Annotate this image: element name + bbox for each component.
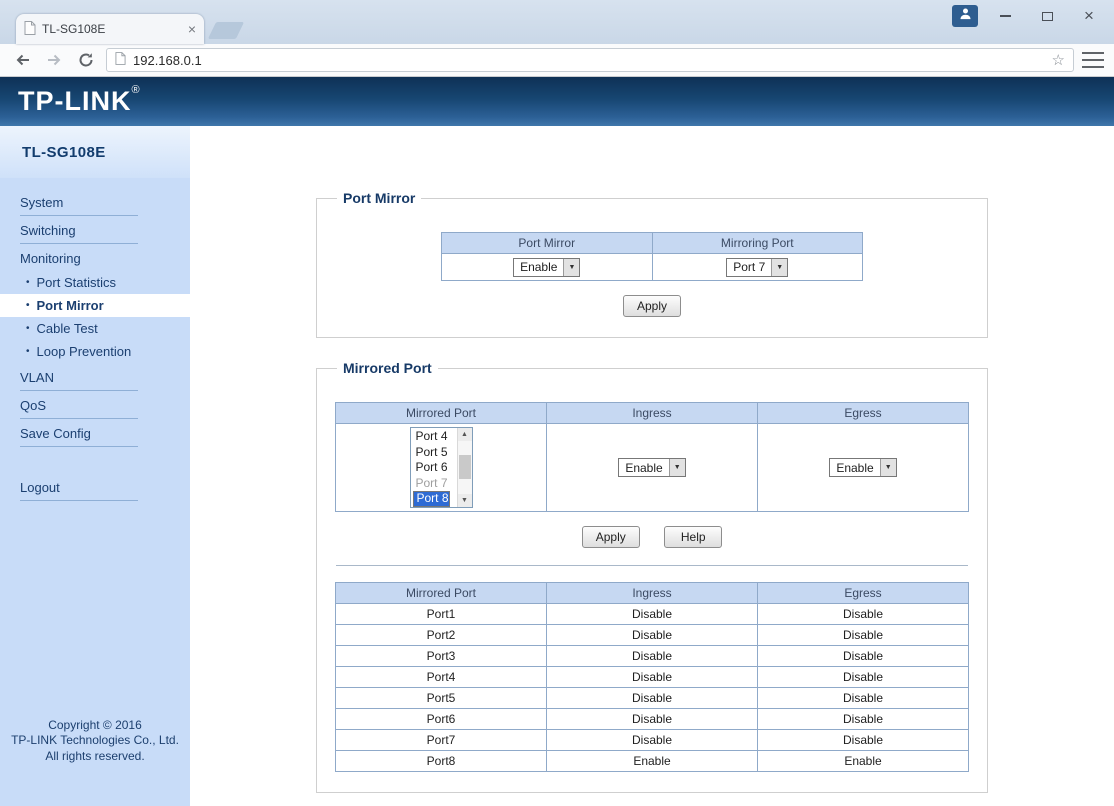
apply-button[interactable]: Apply [623,295,681,317]
port-mirror-legend: Port Mirror [343,190,416,206]
tp-link-logo: TP-LINK® [18,84,141,116]
sidebar-nav: System Switching Monitoring • Port Statis… [0,178,190,501]
bullet-icon: • [26,276,30,288]
mirrored-port-panel: Mirrored Port Mirrored Port Ingress Egre… [316,360,988,793]
column-header: Mirroring Port [651,232,864,254]
column-header: Ingress [546,402,758,424]
sidebar-item-loop-prevention[interactable]: • Loop Prevention [0,340,190,363]
column-header: Egress [757,582,969,604]
ingress-select[interactable]: Enable ▼ [618,458,686,477]
table-row: Port8 Enable Enable [335,750,969,772]
page-favicon-icon [24,20,36,38]
reload-button[interactable] [74,48,98,72]
apply-button[interactable]: Apply [581,526,640,548]
bullet-icon: • [26,322,30,334]
sidebar-item-system[interactable]: System [20,188,138,216]
person-icon [958,6,973,26]
scroll-up-icon[interactable]: ▲ [457,428,472,441]
mirrored-port-legend: Mirrored Port [343,360,432,376]
maximize-icon [1041,11,1053,21]
profile-button[interactable] [952,5,978,27]
bookmark-star-icon[interactable]: ☆ [1052,51,1065,69]
tab-close-icon[interactable]: × [188,22,196,36]
table-row: Port5 Disable Disable [335,687,969,709]
sidebar-item-logout[interactable]: Logout [20,473,138,501]
chevron-down-icon: ▼ [771,258,788,276]
back-button[interactable] [10,48,34,72]
help-button[interactable]: Help [664,526,723,548]
sidebar-item-qos[interactable]: QoS [20,391,138,419]
sidebar-item-port-mirror[interactable]: • Port Mirror [0,294,190,317]
table-row: Port6 Disable Disable [335,708,969,730]
chevron-down-icon: ▼ [668,459,685,476]
table-row: Port7 Disable Disable [335,729,969,751]
sidebar-item-vlan[interactable]: VLAN [20,363,138,391]
close-button[interactable]: × [1074,5,1104,27]
sidebar-item-monitoring[interactable]: Monitoring [20,244,138,271]
column-header: Mirrored Port [335,582,547,604]
bullet-icon: • [26,299,30,311]
sidebar-item-port-statistics[interactable]: • Port Statistics [0,271,190,294]
listbox-option-selected[interactable]: Port 8 [412,491,450,507]
forward-button[interactable] [42,48,66,72]
close-icon: × [1084,6,1094,25]
scrollbar-thumb[interactable] [458,454,471,479]
browser-tab[interactable]: TL-SG108E × [16,14,204,44]
sidebar-item-save-config[interactable]: Save Config [20,419,138,447]
port-mirror-panel: Port Mirror Port Mirror Mirroring Port E… [316,190,988,338]
browser-titlebar: TL-SG108E × × [0,0,1114,44]
minimize-icon [999,15,1011,17]
browser-navbar: 192.168.0.1 ☆ [0,44,1114,77]
listbox-option[interactable]: Port 5 [413,445,448,459]
chevron-down-icon: ▼ [563,258,580,276]
mirroring-port-select[interactable]: Port 7 ▼ [726,257,789,277]
minimize-button[interactable] [990,5,1020,27]
url-text: 192.168.0.1 [133,52,202,68]
mirrored-port-config-table: Mirrored Port Ingress Egress Port 4 Port… [335,402,969,512]
brand-banner: TP-LINK® [0,77,1114,126]
column-header: Mirrored Port [335,402,547,424]
new-tab-button[interactable] [207,22,245,39]
table-row: Port2 Disable Disable [335,624,969,646]
column-header: Ingress [546,582,758,604]
egress-select[interactable]: Enable ▼ [829,458,897,477]
chevron-down-icon: ▼ [879,459,896,476]
sidebar-item-cable-test[interactable]: • Cable Test [0,317,190,340]
maximize-button[interactable] [1032,5,1062,27]
column-header: Egress [757,402,969,424]
table-row: Port3 Disable Disable [335,645,969,667]
copyright-notice: Copyright © 2016 TP-LINK Technologies Co… [11,717,179,763]
bullet-icon: • [26,345,30,357]
mirrored-port-status-table: Mirrored Port Ingress Egress Port1 Disab… [335,582,969,772]
address-bar[interactable]: 192.168.0.1 ☆ [106,48,1074,72]
page-icon [115,52,126,68]
tab-title: TL-SG108E [42,22,106,36]
listbox-option[interactable]: Port 4 [413,429,448,443]
sidebar: TL-SG108E System Switching Monitoring • P… [0,126,190,806]
browser-window: TL-SG108E × × 192.168.0.1 ☆ TP-LINK® TL-… [0,0,1114,806]
port-mirror-table: Port Mirror Mirroring Port Enable ▼ Port… [441,232,864,281]
table-row: Port4 Disable Disable [335,666,969,688]
browser-menu-button[interactable] [1082,52,1104,68]
scroll-down-icon[interactable]: ▼ [457,494,472,507]
port-mirror-select[interactable]: Enable ▼ [513,257,581,277]
listbox-option-disabled: Port 7 [415,475,448,490]
device-model-title: TL-SG108E [0,126,190,178]
main-content: Port Mirror Port Mirror Mirroring Port E… [190,126,1114,806]
listbox-option[interactable]: Port 6 [413,460,448,474]
section-divider [336,565,968,566]
sidebar-item-switching[interactable]: Switching [20,216,138,244]
listbox-scrollbar[interactable]: ▲ ▼ [456,428,472,507]
column-header: Port Mirror [441,232,653,254]
table-row: Port1 Disable Disable [335,603,969,625]
mirrored-port-listbox[interactable]: Port 4 Port 5 Port 6 Port 7 Port 8 ▲ ▼ [409,427,473,508]
